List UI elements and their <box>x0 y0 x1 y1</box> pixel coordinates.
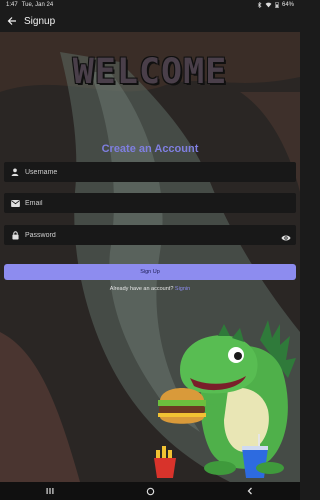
recents-icon <box>46 488 54 494</box>
battery-icon <box>275 2 279 8</box>
recents-button[interactable] <box>35 484 65 498</box>
status-date: Tue, Jan 24 <box>21 2 54 8</box>
dinosaur-illustration <box>154 320 296 478</box>
bluetooth-icon <box>257 2 262 8</box>
password-field[interactable] <box>4 225 296 245</box>
eye-icon[interactable] <box>281 230 291 241</box>
back-icon <box>247 487 252 495</box>
signin-link[interactable]: Signin <box>175 286 190 292</box>
signup-screen: WELCOME Create an Account Username Email… <box>0 32 300 482</box>
form-heading: Create an Account <box>101 143 199 155</box>
email-field[interactable] <box>4 193 296 213</box>
status-time: 1:47 <box>6 2 18 8</box>
username-field[interactable] <box>4 162 296 182</box>
nav-back-button[interactable] <box>235 484 265 498</box>
home-icon <box>146 487 154 495</box>
lock-icon <box>10 230 20 240</box>
username-input[interactable] <box>25 168 265 176</box>
back-button[interactable] <box>1 10 23 32</box>
app-bar: Signup <box>0 10 300 32</box>
email-input[interactable] <box>25 199 265 207</box>
home-button[interactable] <box>135 484 165 498</box>
mail-icon <box>10 198 20 208</box>
sign-up-button[interactable]: Sign Up <box>4 264 296 280</box>
wifi-icon <box>265 2 272 8</box>
arrow-back-icon <box>7 17 16 25</box>
login-prompt: Already have an account? Signin <box>0 286 300 292</box>
person-icon <box>10 167 20 177</box>
status-bar: 1:47 Tue, Jan 24 64% <box>0 0 300 10</box>
battery-level: 64% <box>281 2 294 8</box>
login-prompt-text: Already have an account? <box>109 286 174 292</box>
page-title: Signup <box>24 15 56 27</box>
welcome-banner: WELCOME <box>72 52 228 92</box>
system-nav-bar <box>0 482 300 500</box>
password-input[interactable] <box>25 231 265 239</box>
